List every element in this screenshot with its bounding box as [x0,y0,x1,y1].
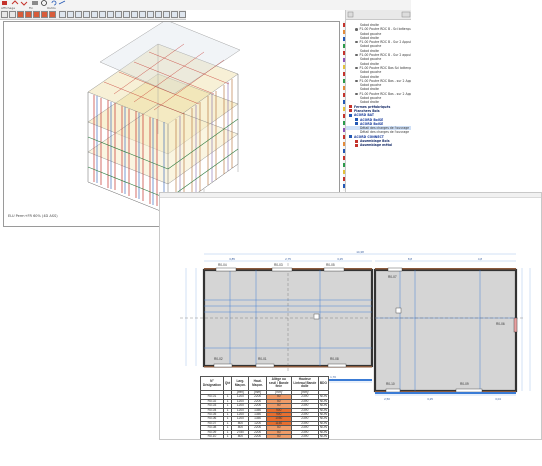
table-cell: 50 [265,434,292,440]
folder-icon [349,135,352,139]
col-lintel: Hauteur Linteau/ Bande dalle [290,376,319,391]
dim-top: 2,75 [285,257,291,261]
folder-icon [355,143,358,147]
wall-label: R0-05 [326,263,335,267]
redo-icon[interactable] [20,0,28,6]
node-bullet-icon [355,28,358,31]
zoom-in-icon[interactable] [67,11,74,18]
folder-icon [355,139,358,143]
dim-top: 3,25 [337,257,343,261]
view-top-icon[interactable] [99,11,106,18]
tree-item[interactable]: Assemblage métal [346,143,411,147]
col-height: Haut. Maçon. [248,376,267,391]
link-icon[interactable] [58,0,66,6]
shading-icon[interactable] [25,11,32,18]
wire-icon[interactable] [33,11,40,18]
node-bullet-icon [355,92,358,95]
options-icon[interactable] [179,11,186,18]
folder-icon [355,118,358,122]
select-icon[interactable] [1,11,8,18]
table-cell: 800 [231,434,250,440]
table-cell: 2200 [248,434,267,440]
dim-bottom: 3,25 [427,397,433,401]
wall-label: R0-08 [330,357,339,361]
section-icon[interactable] [49,11,56,18]
tree-item-label: Assemblage métal [360,143,393,148]
node-bullet-icon [355,79,358,83]
render-icon[interactable] [17,11,24,18]
tree-list: Sabot droite P1-00 Poutre RDC B - Sci bdt… [346,23,411,148]
col-bdo: BDO [317,376,330,391]
col-sill: Allège ou seuil / Bande finie [265,376,292,391]
measure-icon[interactable] [155,11,162,18]
view-iso4-icon[interactable] [139,11,146,18]
filter-icon[interactable] [163,11,170,18]
openings-schedule-table: N° Désignation Qté Larg. Maçon. Haut. Ma… [200,376,330,440]
table-cell: 2390 [290,434,319,440]
view-side-icon[interactable] [107,11,114,18]
table-cell: NON [317,434,330,440]
view-front-icon[interactable] [91,11,98,18]
folder-icon [349,109,352,113]
wall-label: R0-02 [214,357,223,361]
node-bullet-icon [355,66,358,70]
wall-label: R0-04 [218,263,227,267]
table-cell: 1 [222,434,233,440]
view-iso2-icon[interactable] [123,11,130,18]
wall-label: R0-06 [496,322,505,326]
ribbon: Affichage Fin Outils [0,0,411,10]
overall-width-dim: 14,38 [356,250,364,254]
folder-icon [349,105,352,109]
pan-icon[interactable] [9,11,16,18]
table-body: [mm] [mm] [mm] [mm] R0-01 1 1200 2200 50 2390… [200,389,330,440]
view-iso3-icon[interactable] [131,11,138,18]
table-row: R0-10 1 800 2200 50 2390 NON [200,434,330,440]
wall-label: R0-01 [258,357,267,361]
col-qty: Qté [222,376,233,391]
folder-icon [349,113,352,117]
view-iso-icon[interactable] [115,11,122,18]
table-header-row: N° Désignation Qté Larg. Maçon. Haut. Ma… [200,376,330,391]
table-cell: R0-10 [200,434,224,440]
view-persp-icon[interactable] [147,11,154,18]
plan-drawing-window: R0-04 R0-03 R0-05 R0-07 R0-06 R0-02 R0-0… [159,192,542,440]
node-bullet-icon [355,40,358,44]
wall-label: R0-09 [460,382,469,386]
node-bullet-icon [355,53,358,57]
col-designation: N° Désignation [200,376,224,391]
wall-label: R0-07 [388,275,397,279]
wall-label: R0-03 [274,263,283,267]
hidden-line-icon[interactable] [41,11,48,18]
folder-icon [355,122,358,126]
col-width: Larg. Maçon. [231,376,250,391]
tree-header [346,10,411,20]
grid-icon[interactable] [171,11,178,18]
viewport-load-case: ELU Perm+FR 60% (4D ASS) [8,214,58,218]
drawing-header [160,193,541,198]
zoom-window-icon[interactable] [59,11,66,18]
zoom-out-icon[interactable] [75,11,82,18]
dim-top: 8,8 [408,257,413,261]
dim-bottom: 2,50 [384,397,390,401]
view-toolbar [0,10,186,20]
dim-top: 4,8 [478,257,483,261]
dim-top: 3,85 [229,257,235,261]
rotate-icon[interactable] [83,11,90,18]
wall-label: R0-10 [386,382,395,386]
dim-bottom: 1,70 [330,375,336,379]
dim-bottom: 3,04 [495,397,501,401]
